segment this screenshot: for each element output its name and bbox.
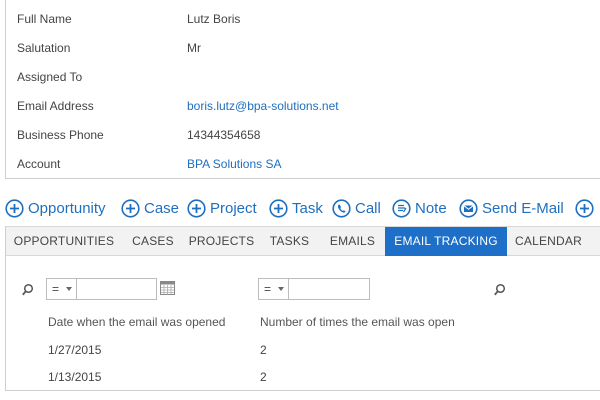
quick-action-bar: Opportunity Case Project Task Call Note	[0, 194, 600, 222]
field-account: Account BPA Solutions SA	[6, 148, 596, 177]
calendar-icon[interactable]	[160, 281, 175, 295]
send-email-button[interactable]: Send E-Mail	[459, 194, 564, 222]
column-header-date-opened[interactable]: Date when the email was opened	[48, 315, 225, 329]
plus-circle-icon	[269, 198, 288, 218]
action-label: Case	[144, 199, 180, 217]
add-case-button[interactable]: Case	[121, 194, 179, 222]
plus-circle-icon	[187, 198, 206, 218]
contact-details-panel: Full Name Lutz Boris Salutation Mr Assig…	[5, 0, 600, 179]
account-link[interactable]: BPA Solutions SA	[187, 157, 282, 171]
tab-projects[interactable]: PROJECTS	[184, 227, 259, 256]
action-label: Project	[210, 199, 257, 217]
date-opened-filter-input[interactable]	[76, 278, 157, 300]
email-tracking-filter-row: = =	[6, 278, 600, 302]
field-label: Account	[17, 157, 61, 171]
envelope-icon	[459, 198, 478, 218]
field-business-phone: Business Phone 14344354658	[6, 119, 596, 148]
tab-opportunities[interactable]: OPPORTUNITIES	[6, 227, 122, 256]
tab-tasks[interactable]: TASKS	[259, 227, 320, 256]
phone-icon	[332, 198, 351, 218]
action-label: Opportunity	[28, 199, 106, 217]
date-opened-cell: 1/27/2015	[48, 343, 102, 357]
tab-bar: OPPORTUNITIES CASES PROJECTS TASKS EMAIL…	[6, 226, 600, 256]
count-operator-value: =	[264, 282, 272, 296]
related-records-panel: OPPORTUNITIES CASES PROJECTS TASKS EMAIL…	[5, 226, 600, 391]
date-operator-select[interactable]: =	[46, 278, 77, 300]
more-actions-button[interactable]	[575, 194, 598, 222]
tab-emails[interactable]: EMAILS	[320, 227, 385, 256]
field-label: Salutation	[17, 41, 71, 55]
date-operator-value: =	[52, 282, 60, 296]
open-count-filter-input[interactable]	[288, 278, 370, 300]
field-salutation: Salutation Mr	[6, 32, 596, 61]
field-label: Email Address	[17, 99, 94, 113]
salutation-value: Mr	[187, 41, 201, 55]
chevron-down-icon	[66, 287, 72, 291]
add-call-button[interactable]: Call	[332, 194, 381, 222]
plus-circle-icon	[121, 198, 140, 218]
tab-cases[interactable]: CASES	[122, 227, 184, 256]
action-label: Task	[292, 199, 323, 217]
note-icon	[392, 198, 411, 218]
field-label: Full Name	[17, 12, 72, 26]
field-label: Business Phone	[17, 128, 104, 142]
search-icon[interactable]	[493, 283, 507, 297]
search-icon[interactable]	[21, 283, 35, 297]
field-email-address: Email Address boris.lutz@bpa-solutions.n…	[6, 90, 596, 119]
plus-circle-icon	[5, 198, 24, 218]
field-full-name: Full Name Lutz Boris	[6, 3, 596, 32]
add-opportunity-button[interactable]: Opportunity	[5, 194, 106, 222]
field-label: Assigned To	[17, 70, 83, 84]
business-phone-value: 14344354658	[187, 128, 261, 142]
field-assigned-to: Assigned To	[6, 61, 596, 90]
action-label: Note	[415, 199, 447, 217]
count-operator-select[interactable]: =	[258, 278, 289, 300]
date-opened-cell: 1/13/2015	[48, 370, 102, 384]
column-header-open-count[interactable]: Number of times the email was open	[260, 315, 455, 329]
tab-calendar[interactable]: CALENDAR	[507, 227, 590, 256]
email-address-link[interactable]: boris.lutz@bpa-solutions.net	[187, 99, 339, 113]
open-count-cell: 2	[260, 370, 267, 384]
full-name-value: Lutz Boris	[187, 12, 241, 26]
open-count-cell: 2	[260, 343, 267, 357]
add-task-button[interactable]: Task	[269, 194, 323, 222]
plus-circle-icon	[575, 198, 594, 218]
action-label: Send E-Mail	[482, 199, 564, 217]
tab-email-tracking[interactable]: EMAIL TRACKING	[385, 227, 507, 256]
add-project-button[interactable]: Project	[187, 194, 257, 222]
chevron-down-icon	[278, 287, 284, 291]
add-note-button[interactable]: Note	[392, 194, 447, 222]
action-label: Call	[355, 199, 381, 217]
